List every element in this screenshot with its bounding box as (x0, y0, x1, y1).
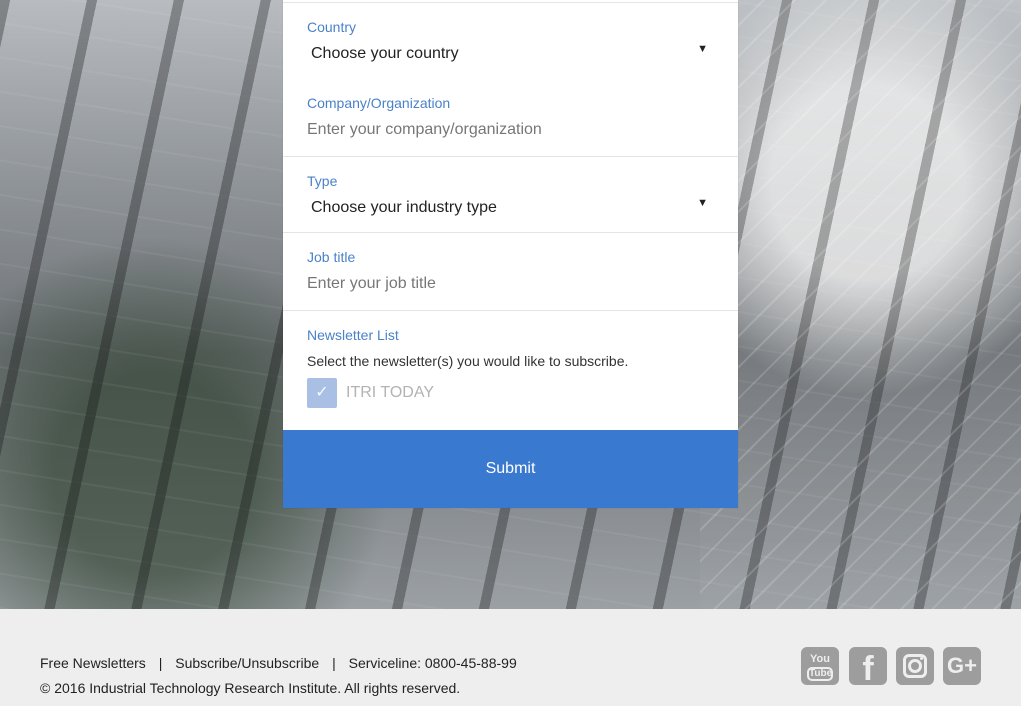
facebook-icon[interactable]: f (849, 647, 887, 688)
industry-type-select[interactable]: Type Choose your industry type ▼ (283, 157, 738, 233)
instagram-flash-dot (920, 657, 923, 660)
youtube-you-text: You (810, 653, 830, 665)
page-footer: Free Newsletters | Subscribe/Unsubscribe… (0, 609, 1021, 706)
chevron-down-icon[interactable]: ▼ (697, 43, 708, 55)
country-label: Country (307, 19, 357, 35)
country-selected-value[interactable]: Choose your country (311, 44, 459, 64)
checkmark-icon: ✓ (315, 384, 329, 401)
newsletter-subscription-page: Country Choose your country ▼ Company/Or… (0, 0, 1021, 706)
job-title-input[interactable]: Enter your job title (307, 274, 436, 294)
newsletter-list-label: Newsletter List (307, 327, 399, 343)
job-title-field[interactable]: Job title Enter your job title (283, 233, 738, 311)
free-newsletters-link[interactable]: Free Newsletters (40, 654, 146, 672)
newsletter-list-section: Newsletter List Select the newsletter(s)… (283, 311, 738, 429)
instagram-lens-shape (908, 659, 922, 673)
itri-today-label[interactable]: ITRI TODAY (346, 384, 434, 402)
instagram-icon[interactable] (896, 647, 934, 685)
footer-separator: | (332, 655, 336, 671)
job-title-label: Job title (307, 249, 356, 265)
industry-type-selected-value[interactable]: Choose your industry type (311, 198, 497, 218)
country-select[interactable]: Country Choose your country ▼ (283, 2, 738, 80)
submit-button[interactable]: Submit (283, 430, 738, 508)
footer-separator: | (158, 655, 163, 671)
youtube-tube-text: Tube (807, 667, 833, 681)
subscribe-unsubscribe-link[interactable]: Subscribe/Unsubscribe (175, 654, 319, 672)
company-field[interactable]: Company/Organization Enter your company/… (283, 79, 738, 157)
itri-today-checkbox[interactable]: ✓ (307, 378, 337, 408)
youtube-icon[interactable]: You Tube (801, 647, 839, 685)
serviceline-text: Serviceline: 0800-45-88-99 (348, 655, 517, 671)
type-label: Type (307, 173, 338, 189)
footer-links: Free Newsletters | Subscribe/Unsubscribe… (40, 654, 517, 672)
newsletter-description: Select the newsletter(s) you would like … (307, 353, 629, 369)
company-input[interactable]: Enter your company/organization (307, 120, 542, 140)
chevron-down-icon[interactable]: ▼ (697, 197, 708, 209)
company-label: Company/Organization (307, 95, 451, 111)
copyright-text: © 2016 Industrial Technology Research In… (40, 680, 461, 696)
google-plus-icon[interactable]: G+ (943, 647, 981, 685)
newsletter-form: Country Choose your country ▼ Company/Or… (283, 0, 738, 508)
